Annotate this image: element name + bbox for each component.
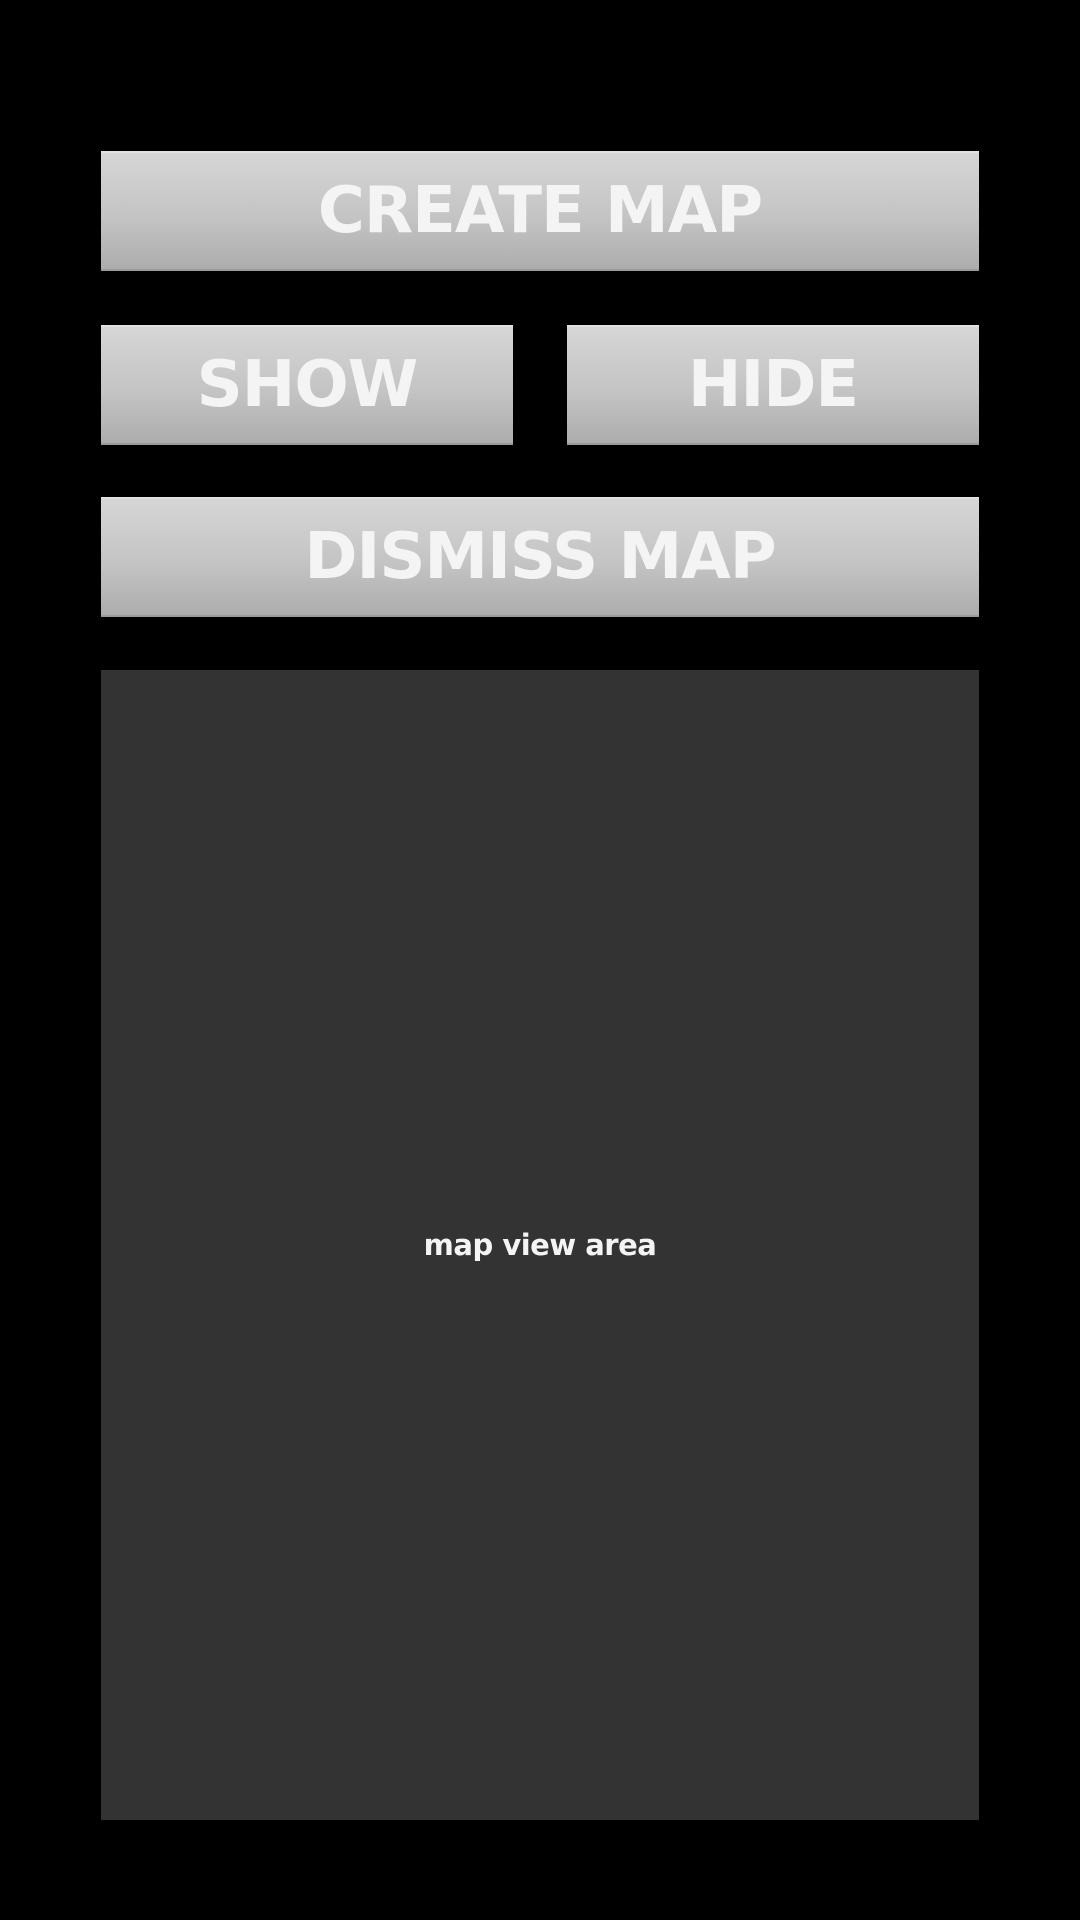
dismiss-map-button[interactable]: DISMISS MAP [101,497,979,617]
map-view-area[interactable]: map view area [101,670,979,1820]
map-view-label: map view area [423,1228,657,1262]
hide-button[interactable]: HIDE [567,325,979,445]
create-map-button[interactable]: CREATE MAP [101,151,979,271]
show-button[interactable]: SHOW [101,325,513,445]
screen: CREATE MAP SHOW HIDE DISMISS MAP map vie… [0,0,1080,1920]
